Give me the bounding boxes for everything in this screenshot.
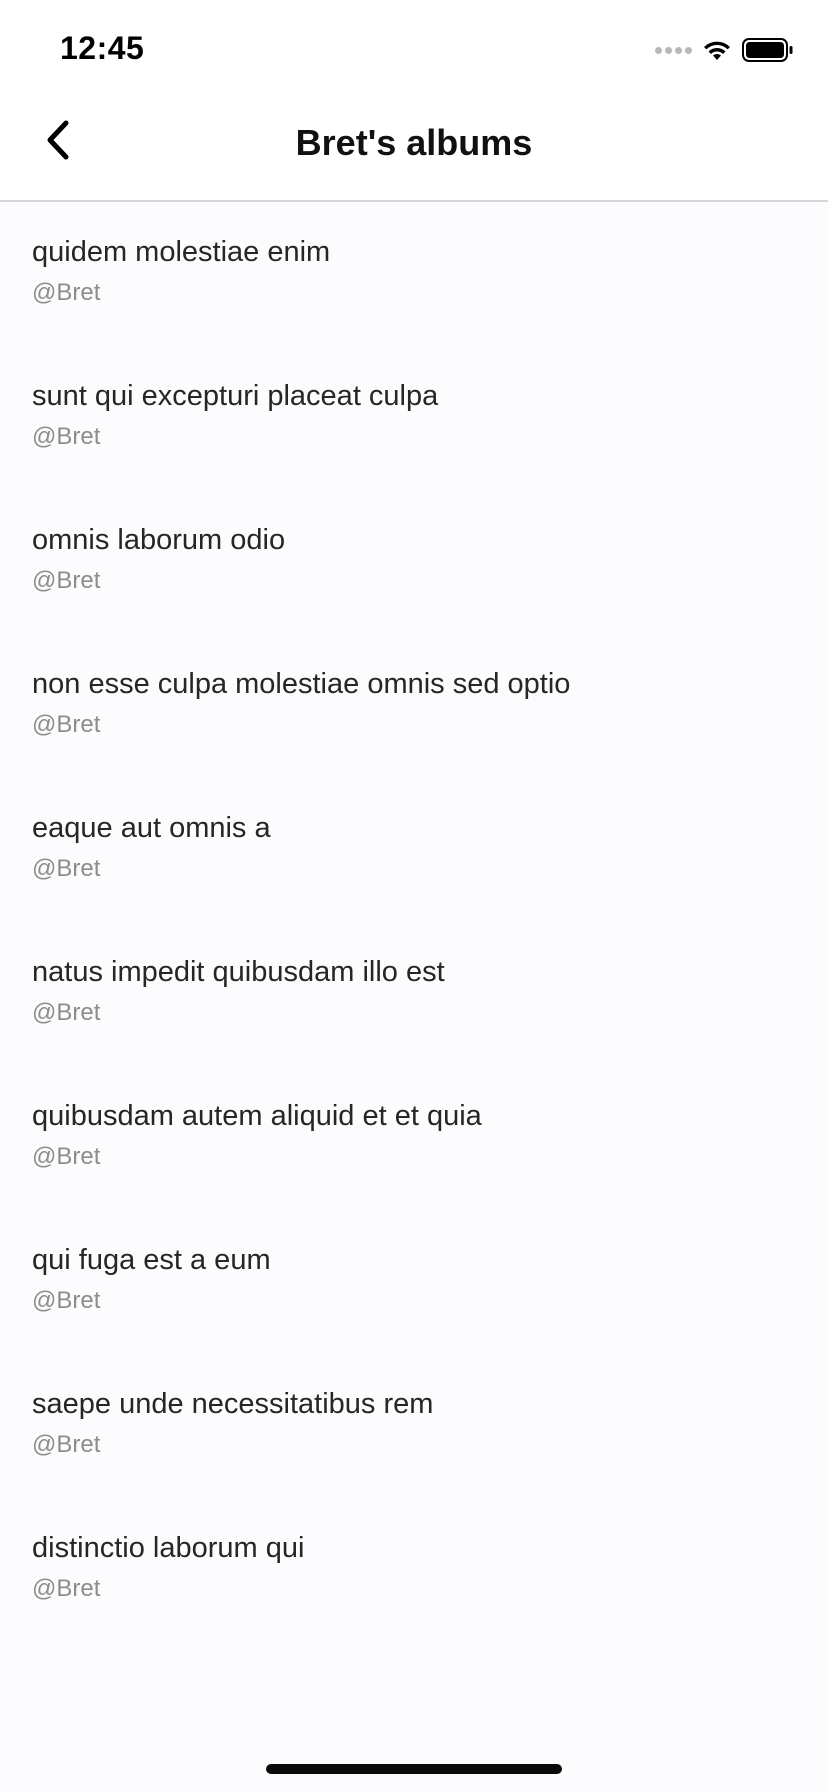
- album-username: @Bret: [32, 999, 101, 1026]
- album-list: quidem molestiae enim @Bret sunt qui exc…: [0, 202, 828, 1642]
- album-username: @Bret: [32, 567, 101, 594]
- album-username: @Bret: [32, 279, 101, 306]
- album-username: @Bret: [32, 711, 101, 738]
- album-list-item[interactable]: eaque aut omnis a @Bret: [0, 778, 828, 922]
- album-title: distinctio laborum qui: [32, 1532, 305, 1564]
- status-icons: [655, 36, 794, 64]
- album-list-item[interactable]: natus impedit quibusdam illo est @Bret: [0, 922, 828, 1066]
- album-list-item[interactable]: sunt qui excepturi placeat culpa @Bret: [0, 346, 828, 490]
- album-list-item[interactable]: non esse culpa molestiae omnis sed optio…: [0, 634, 828, 778]
- battery-icon: [742, 38, 793, 62]
- album-title: quidem molestiae enim: [32, 236, 331, 268]
- cellular-signal-icon: [655, 46, 692, 54]
- album-list-item[interactable]: qui fuga est a eum @Bret: [0, 1210, 828, 1354]
- album-title: sunt qui excepturi placeat culpa: [32, 380, 439, 412]
- album-username: @Bret: [32, 855, 101, 882]
- page-title: Bret's albums: [295, 122, 533, 163]
- album-title: non esse culpa molestiae omnis sed optio: [32, 668, 571, 700]
- album-username: @Bret: [32, 1143, 101, 1170]
- album-username: @Bret: [32, 1575, 101, 1602]
- album-username: @Bret: [32, 1287, 101, 1314]
- status-time: 12:45: [60, 30, 145, 66]
- album-title: omnis laborum odio: [32, 524, 286, 556]
- album-list-item[interactable]: quibusdam autem aliquid et et quia @Bret: [0, 1066, 828, 1210]
- album-title: eaque aut omnis a: [32, 812, 271, 844]
- album-list-item[interactable]: quidem molestiae enim @Bret: [0, 202, 828, 346]
- album-username: @Bret: [32, 1431, 101, 1458]
- home-indicator[interactable]: [266, 1764, 562, 1774]
- album-title: natus impedit quibusdam illo est: [32, 956, 445, 988]
- album-title: quibusdam autem aliquid et et quia: [32, 1100, 482, 1132]
- album-list-item[interactable]: omnis laborum odio @Bret: [0, 490, 828, 634]
- album-title: qui fuga est a eum: [32, 1244, 271, 1276]
- status-bar: 12:45: [0, 0, 828, 96]
- album-list-item[interactable]: saepe unde necessitatibus rem @Bret: [0, 1354, 828, 1498]
- wifi-icon: [704, 41, 730, 60]
- album-title: saepe unde necessitatibus rem: [32, 1388, 434, 1420]
- album-username: @Bret: [32, 423, 101, 450]
- navigation-bar: Bret's albums: [0, 96, 828, 202]
- album-list-item[interactable]: distinctio laborum qui @Bret: [0, 1498, 828, 1642]
